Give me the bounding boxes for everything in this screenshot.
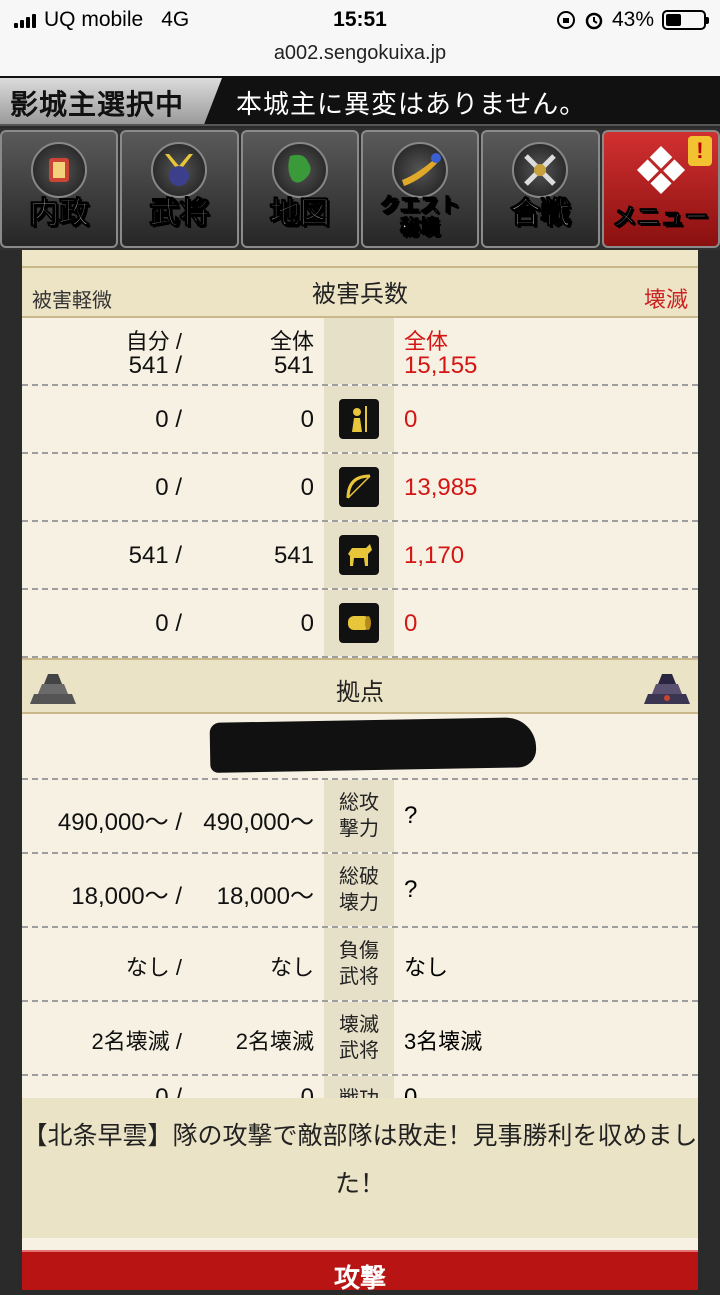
stat-label: 壊滅武将 <box>339 1014 379 1062</box>
losses-total-row: 自分 / 541 / 全体 541 全体 15,155 <box>22 318 698 386</box>
base-title: 拠点 <box>336 679 384 706</box>
shadow-castle-tag[interactable]: 影城主選択中 <box>0 78 222 124</box>
enemy-status: 壊滅 <box>643 287 688 312</box>
unit-row-archer: 0 / 0 13,985 <box>22 454 698 522</box>
unit-row-cavalry: 541 / 541 1,170 <box>22 522 698 590</box>
main-nav: 内政 武将 地図 クエスト秘境 合戦 ! メニュー <box>0 128 720 250</box>
nav-domestic[interactable]: 内政 <box>0 130 119 248</box>
banner-message: 本城主に異変はありません。 <box>236 89 587 119</box>
stat-row-wounded: なし / なし 負傷武将 なし <box>22 928 698 1002</box>
nav-label: 地図 <box>269 196 330 232</box>
total-self: 541 <box>128 352 169 379</box>
stat-label: 総破壊力 <box>339 866 379 914</box>
losses-title: 被害兵数 <box>312 281 408 308</box>
nav-label: 武将 <box>149 196 210 232</box>
nav-map[interactable]: 地図 <box>240 130 359 248</box>
stat-row-attack: 490,000～ / 490,000～ 総攻撃力 ? <box>22 780 698 854</box>
nav-battle[interactable]: 合戦 <box>481 130 600 248</box>
battle-report: 被害軽微 被害兵数 壊滅 自分 / 541 / 全体 541 全体 15,155… <box>0 250 720 1293</box>
alert-badge: ! <box>687 136 712 166</box>
result-message: 【北条早雲】隊の攻撃で敵部隊は敗走！見事勝利を収めました！ <box>22 1098 698 1238</box>
report-panel: 被害軽微 被害兵数 壊滅 自分 / 541 / 全体 541 全体 15,155… <box>22 250 698 1293</box>
losses-header: 被害軽微 被害兵数 壊滅 <box>22 268 698 318</box>
nav-label: 内政 <box>29 196 90 232</box>
attack-button-label: 攻撃 <box>333 1263 386 1293</box>
stat-label: 総攻撃力 <box>339 792 379 840</box>
bow-icon <box>339 467 379 507</box>
rotation-lock-icon <box>556 11 575 29</box>
stat-row-destroyed: 2名壊滅 / 2名壊滅 壊滅武将 3名壊滅 <box>22 1002 698 1076</box>
nav-label: 合戦 <box>510 196 571 232</box>
gourd-icon <box>392 142 449 198</box>
alarm-icon <box>585 12 603 30</box>
status-banner: 影城主選択中 本城主に異変はありません。 <box>0 76 720 126</box>
menu-icon <box>633 142 689 198</box>
nav-label: メニュー <box>612 202 709 232</box>
col-label-self: 自分 <box>125 329 170 354</box>
nav-quest[interactable]: クエスト秘境 <box>360 130 480 248</box>
base-header: 拠点 <box>22 658 698 714</box>
unit-row-siege: 0 / 0 0 <box>22 590 698 658</box>
nav-label: クエスト秘境 <box>380 193 461 239</box>
total-all: 541 <box>273 352 314 379</box>
enemy-castle-icon <box>644 674 690 704</box>
unit-row-infantry: 0 / 0 0 <box>22 386 698 454</box>
cannon-icon <box>339 603 379 643</box>
total-enemy: 15,155 <box>404 352 478 379</box>
status-bar: UQ mobile 4G 15:51 43% <box>0 0 720 40</box>
battery-icon <box>662 10 709 30</box>
redaction-mark <box>209 717 537 773</box>
stat-row-destruction: 18,000～ / 18,000～ 総破壊力 ? <box>22 854 698 928</box>
spearman-icon <box>339 399 379 439</box>
stat-label: 負傷武将 <box>339 940 379 988</box>
url-bar[interactable]: a002.sengokuixa.jp <box>0 40 720 76</box>
battery-percent: 43% <box>611 8 654 31</box>
nav-menu[interactable]: ! メニュー <box>601 130 720 248</box>
nav-generals[interactable]: 武将 <box>120 130 239 248</box>
redacted-name <box>22 714 698 780</box>
attack-button[interactable]: 攻撃 <box>22 1250 698 1293</box>
horse-icon <box>339 535 379 575</box>
